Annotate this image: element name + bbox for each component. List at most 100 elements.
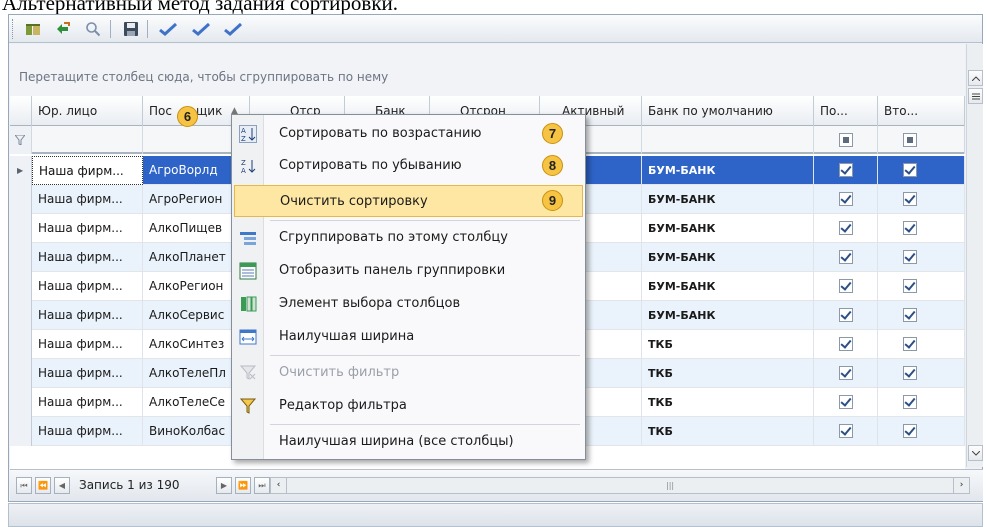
layout-icon[interactable]	[21, 18, 45, 40]
cell-default-bank[interactable]: ТКБ	[642, 359, 814, 388]
menu-item-best-fit-all-columns[interactable]: Наилучшая ширина (все столбцы)	[234, 426, 583, 458]
checkbox-p2[interactable]	[903, 279, 917, 293]
filter-checkbox-p2[interactable]	[903, 133, 917, 147]
column-header-p1[interactable]: По...	[814, 96, 878, 126]
row-indicator[interactable]: ▶	[10, 156, 32, 185]
menu-item-group-by-column[interactable]: Сгруппировать по этому столбцу	[234, 222, 583, 254]
cell-p2[interactable]	[878, 330, 965, 359]
cell-p2[interactable]	[878, 156, 965, 185]
cell-legal-entity[interactable]: Наша фирм...	[32, 272, 143, 301]
checkbox-p1[interactable]	[839, 337, 853, 351]
last-page-icon[interactable]: ⏭	[254, 477, 270, 494]
menu-item-filter-editor[interactable]: Редактор фильтра	[234, 390, 583, 422]
check-selected-icon[interactable]	[221, 18, 245, 40]
checkbox-p2[interactable]	[903, 424, 917, 438]
search-icon[interactable]	[81, 18, 105, 40]
scroll-up-button[interactable]	[968, 70, 983, 86]
checkbox-p1[interactable]	[839, 279, 853, 293]
checkbox-p1[interactable]	[839, 366, 853, 380]
row-indicator[interactable]	[10, 272, 32, 301]
cell-p1[interactable]	[814, 301, 878, 330]
cell-default-bank[interactable]: БУМ-БАНК	[642, 185, 814, 214]
checkbox-p2[interactable]	[903, 308, 917, 322]
check-all-icon[interactable]	[189, 18, 213, 40]
cell-p1[interactable]	[814, 185, 878, 214]
cell-legal-entity[interactable]: Наша фирм...	[32, 243, 143, 272]
cell-legal-entity[interactable]: Наша фирм...	[32, 330, 143, 359]
menu-item-show-group-panel[interactable]: Отобразить панель группировки	[234, 255, 583, 287]
cell-legal-entity[interactable]: Наша фирм...	[32, 417, 143, 446]
checkbox-p2[interactable]	[903, 337, 917, 351]
column-header-p2[interactable]: Вто...	[878, 96, 965, 126]
next-page-group-icon[interactable]: ⏩	[235, 477, 251, 494]
cell-legal-entity[interactable]: Наша фирм...	[32, 388, 143, 417]
cell-default-bank[interactable]: БУМ-БАНК	[642, 243, 814, 272]
toolbar-grip[interactable]	[12, 19, 15, 39]
cell-p2[interactable]	[878, 388, 965, 417]
menu-item-column-chooser[interactable]: Элемент выбора столбцов	[234, 288, 583, 320]
column-header-default-bank[interactable]: Банк по умолчанию	[642, 96, 814, 126]
cell-p2[interactable]	[878, 359, 965, 388]
row-indicator[interactable]	[10, 185, 32, 214]
row-indicator[interactable]	[10, 243, 32, 272]
cell-default-bank[interactable]: БУМ-БАНК	[642, 214, 814, 243]
checkbox-p1[interactable]	[839, 163, 853, 177]
cell-p2[interactable]	[878, 272, 965, 301]
row-indicator[interactable]	[10, 388, 32, 417]
row-indicator[interactable]	[10, 330, 32, 359]
checkbox-p2[interactable]	[903, 163, 917, 177]
menu-item-sort-ascending[interactable]: AZ Сортировать по возрастанию 7	[234, 118, 583, 150]
cell-p1[interactable]	[814, 359, 878, 388]
checkbox-p2[interactable]	[903, 366, 917, 380]
checkbox-p2[interactable]	[903, 395, 917, 409]
prev-record-icon[interactable]: ◀	[54, 477, 70, 494]
next-record-icon[interactable]: ▶	[216, 477, 232, 494]
horizontal-scrollbar[interactable]: ‹ ||| ›	[270, 477, 970, 494]
cell-default-bank[interactable]: ТКБ	[642, 388, 814, 417]
checkbox-p2[interactable]	[903, 192, 917, 206]
column-menu-button[interactable]	[968, 88, 983, 104]
checkbox-p1[interactable]	[839, 395, 853, 409]
cell-p2[interactable]	[878, 301, 965, 330]
row-indicator[interactable]	[10, 359, 32, 388]
cell-default-bank[interactable]: БУМ-БАНК	[642, 301, 814, 330]
cell-p1[interactable]	[814, 272, 878, 301]
cell-legal-entity[interactable]: Наша фирм...	[32, 156, 143, 185]
vertical-scrollbar[interactable]	[966, 44, 983, 467]
cell-p2[interactable]	[878, 214, 965, 243]
checkbox-p1[interactable]	[839, 192, 853, 206]
cell-p2[interactable]	[878, 185, 965, 214]
menu-item-sort-descending[interactable]: ZA Сортировать по убыванию 8	[234, 150, 583, 182]
group-by-panel[interactable]: Перетащите столбец сюда, чтобы сгруппиро…	[10, 44, 965, 96]
checkbox-p1[interactable]	[839, 424, 853, 438]
cell-default-bank[interactable]: БУМ-БАНК	[642, 156, 814, 185]
checkbox-p1[interactable]	[839, 308, 853, 322]
checkbox-p1[interactable]	[839, 250, 853, 264]
cell-legal-entity[interactable]: Наша фирм...	[32, 214, 143, 243]
column-header-legal-entity[interactable]: Юр. лицо	[32, 96, 143, 126]
scroll-right-icon[interactable]: ›	[953, 478, 969, 493]
checkbox-p2[interactable]	[903, 221, 917, 235]
checkbox-p2[interactable]	[903, 250, 917, 264]
row-indicator[interactable]	[10, 214, 32, 243]
refresh-icon[interactable]	[51, 18, 75, 40]
cell-p1[interactable]	[814, 243, 878, 272]
cell-p2[interactable]	[878, 243, 965, 272]
filter-checkbox-p1[interactable]	[839, 133, 853, 147]
row-indicator[interactable]	[10, 301, 32, 330]
cell-p1[interactable]	[814, 330, 878, 359]
cell-default-bank[interactable]: ТКБ	[642, 417, 814, 446]
check-icon[interactable]	[156, 18, 180, 40]
filter-cell-p2[interactable]	[878, 126, 965, 154]
cell-legal-entity[interactable]: Наша фирм...	[32, 185, 143, 214]
filter-cell-default-bank[interactable]	[642, 126, 814, 154]
cell-default-bank[interactable]: БУМ-БАНК	[642, 272, 814, 301]
first-page-icon[interactable]: ⏮	[16, 477, 32, 494]
scroll-down-button[interactable]	[968, 445, 983, 461]
cell-p2[interactable]	[878, 417, 965, 446]
prev-page-group-icon[interactable]: ⏪	[35, 477, 51, 494]
menu-item-clear-sorting[interactable]: Очистить сортировку 9	[234, 185, 583, 217]
save-icon[interactable]	[119, 18, 143, 40]
cell-legal-entity[interactable]: Наша фирм...	[32, 301, 143, 330]
scroll-left-icon[interactable]: ‹	[271, 478, 287, 493]
